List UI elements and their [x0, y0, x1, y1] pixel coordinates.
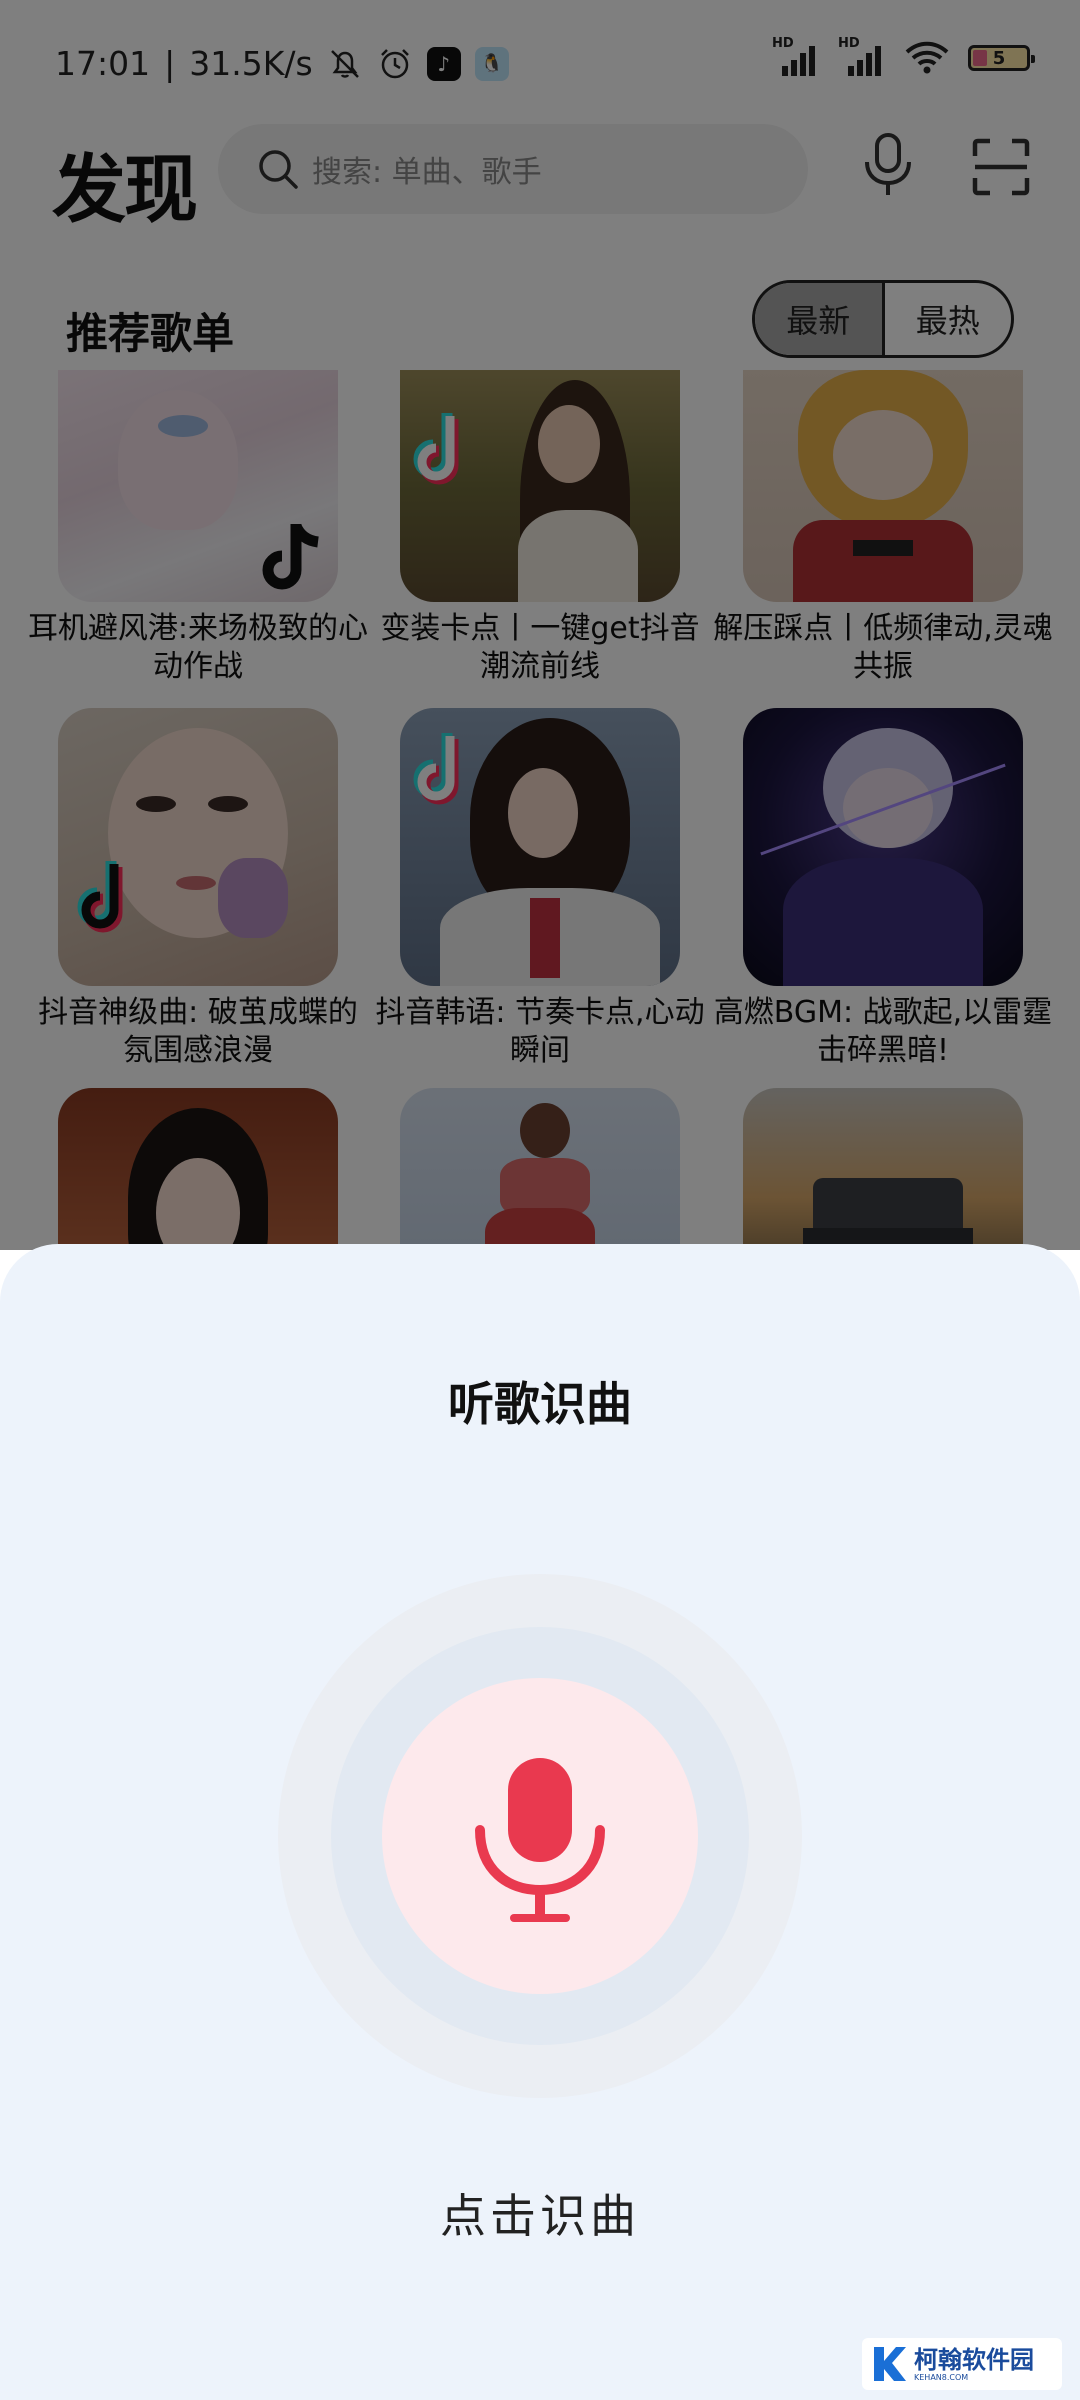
- sheet-title: 听歌识曲: [448, 1377, 632, 1431]
- watermark-name: 柯翰软件园: [914, 2345, 1034, 2374]
- song-recognition-sheet: 听歌识曲 点击识曲: [0, 1244, 1080, 2400]
- watermark-domain: KEHAN8.COM: [914, 2372, 969, 2382]
- watermark: 柯翰软件园 KEHAN8.COM: [862, 2338, 1062, 2390]
- microphone-icon: [475, 1758, 605, 1922]
- tap-to-recognize-label[interactable]: 点击识曲: [0, 2180, 1080, 2246]
- watermark-logo-icon: [874, 2347, 906, 2381]
- modal-backdrop[interactable]: [0, 0, 1080, 1250]
- discover-page: 17:01 | 31.5K/s ♪ 🐧 HD HD 5 发现 搜索: 单曲、歌手: [0, 0, 1080, 2400]
